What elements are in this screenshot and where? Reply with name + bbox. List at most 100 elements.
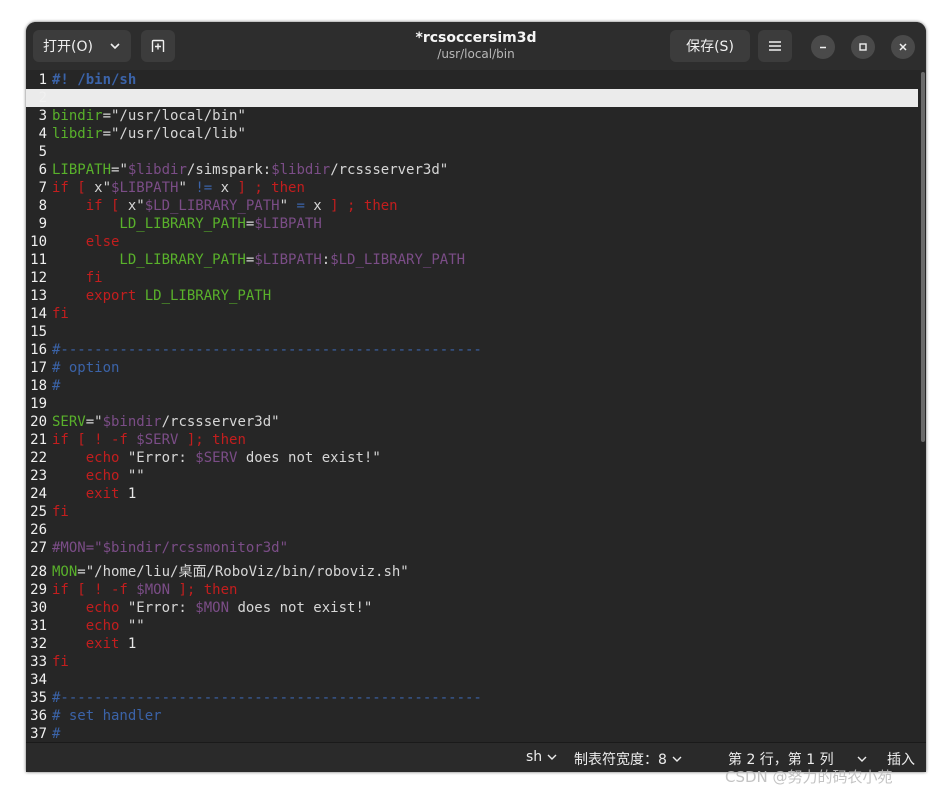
code-token: fi	[52, 306, 69, 322]
open-button[interactable]: 打开(O)	[33, 30, 131, 62]
code-line[interactable]: 27 #MON="$bindir/rcssmonitor3d"	[26, 539, 918, 557]
code-line[interactable]: 3 bindir="/usr/local/bin"	[26, 107, 918, 125]
line-number: 28	[30, 564, 47, 580]
code-token: $SERV	[136, 432, 179, 448]
code-line[interactable]: 21 if [ ! -f $SERV ]; then	[26, 431, 918, 449]
code-token: ="	[85, 414, 103, 430]
code-line[interactable]: 37 #	[26, 725, 918, 743]
save-button[interactable]: 保存(S)	[670, 30, 750, 62]
document-title: *rcsoccersim3d	[415, 30, 537, 46]
code-line[interactable]: 5	[26, 143, 918, 161]
code-line[interactable]: 11 LD_LIBRARY_PATH=$LIBPATH:$LD_LIBRARY_…	[26, 251, 918, 269]
close-button[interactable]	[891, 35, 915, 59]
line-number: 11	[30, 252, 47, 268]
code-token: /rcssserver3d"	[161, 414, 280, 430]
code-token: ]; then	[178, 432, 246, 448]
chevron-down-icon	[547, 754, 557, 760]
code-line[interactable]: 9 LD_LIBRARY_PATH=$LIBPATH	[26, 215, 918, 233]
line-number: 22	[30, 450, 47, 466]
language-selector[interactable]: sh	[526, 749, 557, 765]
code-text: echo ""	[52, 617, 145, 635]
code-text: fi	[52, 503, 69, 521]
code-line[interactable]: 34	[26, 671, 918, 689]
code-line[interactable]: 13 export LD_LIBRARY_PATH	[26, 287, 918, 305]
maximize-button[interactable]	[851, 35, 875, 59]
code-line[interactable]: 19	[26, 395, 918, 413]
code-token: ] ; then	[237, 180, 305, 196]
code-token: LD_LIBRARY_PATH	[144, 288, 272, 304]
code-token: does not exist!"	[229, 600, 373, 616]
code-line[interactable]: 22 echo "Error: $SERV does not exist!"	[26, 449, 918, 467]
code-token: ""	[127, 618, 145, 634]
code-line[interactable]: 2	[26, 89, 918, 107]
line-number: 8	[38, 198, 47, 214]
code-token: 1	[127, 486, 137, 502]
code-text: export LD_LIBRARY_PATH	[52, 287, 271, 305]
code-token: $MON	[195, 600, 230, 616]
code-token: else	[52, 234, 120, 250]
code-line[interactable]: 24 exit 1	[26, 485, 918, 503]
tab-width-selector[interactable]: 制表符宽度：8	[574, 749, 682, 769]
code-line[interactable]: 20 SERV="$bindir/rcssserver3d"	[26, 413, 918, 431]
code-line[interactable]: 7 if [ x"$LIBPATH" != x ] ; then	[26, 179, 918, 197]
code-token: fi	[52, 654, 69, 670]
vertical-scrollbar[interactable]	[921, 72, 925, 442]
new-tab-button[interactable]	[141, 30, 175, 62]
code-line[interactable]: 25 fi	[26, 503, 918, 521]
code-line[interactable]: 14 fi	[26, 305, 918, 323]
code-token: exit	[52, 636, 128, 652]
code-line[interactable]: 26	[26, 521, 918, 539]
code-line[interactable]: 6 LIBPATH="$libdir/simspark:$libdir/rcsss…	[26, 161, 918, 179]
code-line[interactable]: 16 #-------------------------------------…	[26, 341, 918, 359]
code-line[interactable]: 17 # option	[26, 359, 918, 377]
code-text: # set handler	[52, 707, 162, 725]
code-token: #! /bin/sh	[52, 72, 137, 88]
minimize-button[interactable]	[811, 35, 835, 59]
line-number: 31	[30, 618, 47, 634]
code-line[interactable]: 4 libdir="/usr/local/lib"	[26, 125, 918, 143]
line-number: 3	[38, 108, 47, 124]
code-line[interactable]: 10 else	[26, 233, 918, 251]
code-token: $LIBPATH	[111, 180, 179, 196]
line-number: 36	[30, 708, 47, 724]
code-token: # option	[52, 360, 120, 376]
code-token: LD_LIBRARY_PATH	[52, 216, 246, 232]
line-number: 35	[30, 690, 47, 706]
code-line[interactable]: 30 echo "Error: $MON does not exist!"	[26, 599, 918, 617]
code-line[interactable]: 8 if [ x"$LD_LIBRARY_PATH" = x ] ; then	[26, 197, 918, 215]
code-token: bindir	[52, 108, 103, 124]
code-line[interactable]: 29 if [ ! -f $MON ]; then	[26, 581, 918, 599]
code-token: #MON="$bindir/rcssmonitor3d"	[52, 540, 289, 556]
code-token: !=	[195, 180, 213, 196]
code-token: /simspark:	[186, 162, 272, 178]
code-line[interactable]: 32 exit 1	[26, 635, 918, 653]
code-line[interactable]: 1 #! /bin/sh	[26, 71, 918, 89]
code-line[interactable]: 15	[26, 323, 918, 341]
chevron-down-icon	[672, 756, 682, 762]
line-number: 13	[30, 288, 47, 304]
code-token: if [ ! -f	[52, 432, 137, 448]
code-line[interactable]: 18 #	[26, 377, 918, 395]
code-line[interactable]: 12 fi	[26, 269, 918, 287]
line-number: 7	[38, 180, 47, 196]
line-number: 1	[38, 72, 47, 88]
code-text: LD_LIBRARY_PATH=$LIBPATH:$LD_LIBRARY_PAT…	[52, 251, 465, 269]
code-line[interactable]: 33 fi	[26, 653, 918, 671]
code-token: /rcssserver3d"	[330, 162, 449, 178]
code-line[interactable]: 35 #-------------------------------------…	[26, 689, 918, 707]
code-token: echo	[52, 450, 128, 466]
code-token: ] ; then	[330, 198, 398, 214]
code-line[interactable]: 28 MON="/home/liu/桌面/RoboViz/bin/roboviz.…	[26, 563, 918, 581]
menu-button[interactable]	[758, 30, 792, 62]
code-token: echo	[52, 468, 128, 484]
code-line[interactable]: 23 echo ""	[26, 467, 918, 485]
code-line[interactable]: 31 echo ""	[26, 617, 918, 635]
code-token: $LD_LIBRARY_PATH	[330, 252, 466, 268]
chevron-down-icon	[857, 756, 867, 762]
code-token: #	[52, 378, 61, 394]
minimize-icon	[820, 46, 826, 49]
code-text: exit 1	[52, 485, 137, 503]
code-line[interactable]: 36 # set handler	[26, 707, 918, 725]
code-editor[interactable]: 1 #! /bin/sh 2 3 bindir="/usr/local/bin" 4 lib…	[26, 70, 926, 742]
code-token: x"	[94, 180, 112, 196]
